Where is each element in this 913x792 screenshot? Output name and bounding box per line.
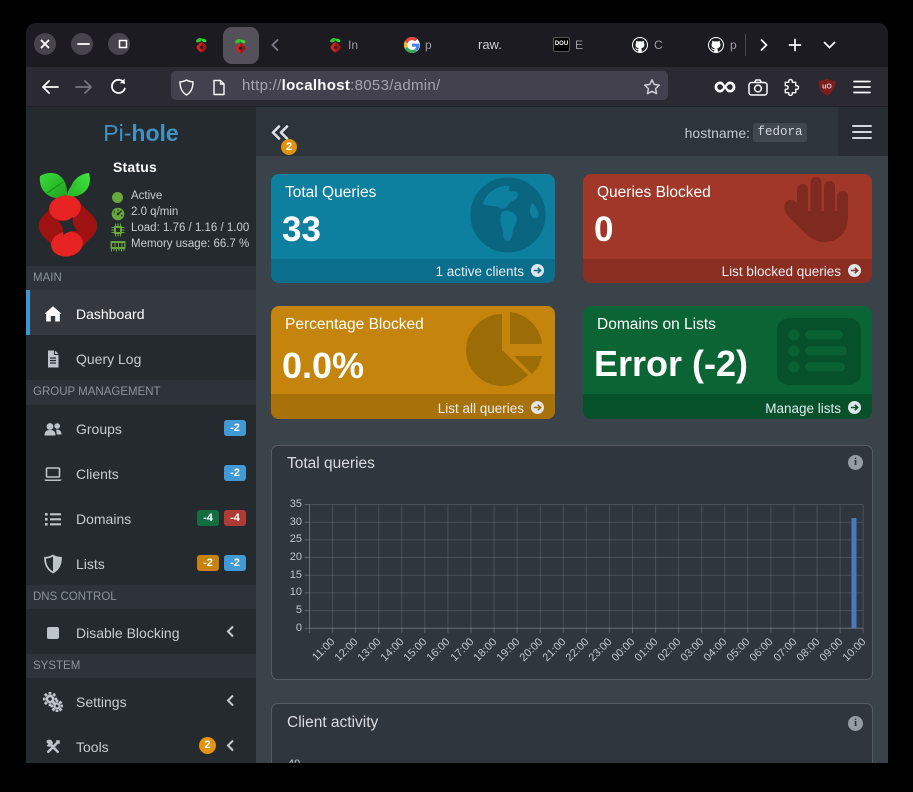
svg-text:uO: uO xyxy=(822,84,832,91)
